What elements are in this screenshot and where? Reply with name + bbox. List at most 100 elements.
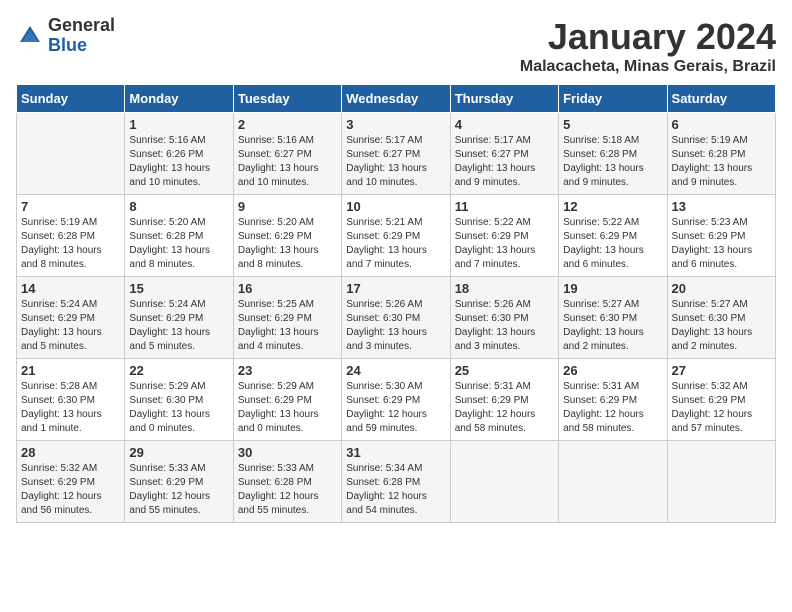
calendar-cell: 20Sunrise: 5:27 AM Sunset: 6:30 PM Dayli… bbox=[667, 277, 775, 359]
day-number: 9 bbox=[238, 199, 337, 214]
day-number: 11 bbox=[455, 199, 554, 214]
calendar-cell: 23 Sunrise: 5:29 AM Sunset: 6:29 PM Dayli… bbox=[233, 359, 341, 441]
day-number: 22 bbox=[129, 363, 228, 378]
logo-icon bbox=[16, 22, 44, 50]
calendar-cell bbox=[667, 441, 775, 523]
day-info: Sunrise: 5:17 AM Sunset: 6:27 PM Dayligh… bbox=[346, 134, 445, 190]
header-row: SundayMondayTuesdayWednesdayThursdayFrid… bbox=[17, 85, 776, 113]
day-number: 31 bbox=[346, 445, 445, 460]
header-day-wednesday: Wednesday bbox=[342, 85, 450, 113]
day-number: 28 bbox=[21, 445, 120, 460]
day-info: Sunrise: 5:22 AM Sunset: 6:29 PM Dayligh… bbox=[455, 216, 554, 272]
calendar-cell: 8 Sunrise: 5:20 AM Sunset: 6:28 PM Daylig… bbox=[125, 195, 233, 277]
day-info: Sunrise: 5:26 AM Sunset: 6:30 PM Dayligh… bbox=[346, 298, 445, 354]
week-row: 14 Sunrise: 5:24 AM Sunset: 6:29 PM Dayli… bbox=[17, 277, 776, 359]
day-number: 2 bbox=[238, 117, 337, 132]
day-number: 19 bbox=[563, 281, 662, 296]
calendar-cell: 21Sunrise: 5:28 AM Sunset: 6:30 PM Dayli… bbox=[17, 359, 125, 441]
calendar-cell: 6Sunrise: 5:19 AM Sunset: 6:28 PM Daylig… bbox=[667, 113, 775, 195]
calendar-cell: 27 Sunrise: 5:32 AM Sunset: 6:29 PM Dayli… bbox=[667, 359, 775, 441]
calendar-cell: 7Sunrise: 5:19 AM Sunset: 6:28 PM Daylig… bbox=[17, 195, 125, 277]
calendar-table: SundayMondayTuesdayWednesdayThursdayFrid… bbox=[16, 84, 776, 523]
day-info: Sunrise: 5:17 AM Sunset: 6:27 PM Dayligh… bbox=[455, 134, 554, 190]
day-number: 10 bbox=[346, 199, 445, 214]
calendar-cell: 16 Sunrise: 5:25 AM Sunset: 6:29 PM Dayli… bbox=[233, 277, 341, 359]
day-info: Sunrise: 5:16 AM Sunset: 6:26 PM Dayligh… bbox=[129, 134, 228, 190]
header-day-sunday: Sunday bbox=[17, 85, 125, 113]
calendar-cell: 14Sunrise: 5:24 AM Sunset: 6:29 PM Dayli… bbox=[17, 277, 125, 359]
header-day-saturday: Saturday bbox=[667, 85, 775, 113]
day-info: Sunrise: 5:21 AM Sunset: 6:29 PM Dayligh… bbox=[346, 216, 445, 272]
day-info: Sunrise: 5:33 AM Sunset: 6:28 PM Dayligh… bbox=[238, 462, 337, 518]
day-info: Sunrise: 5:32 AM Sunset: 6:29 PM Dayligh… bbox=[672, 380, 771, 436]
day-info: Sunrise: 5:23 AM Sunset: 6:29 PM Dayligh… bbox=[672, 216, 771, 272]
day-info: Sunrise: 5:18 AM Sunset: 6:28 PM Dayligh… bbox=[563, 134, 662, 190]
header-day-monday: Monday bbox=[125, 85, 233, 113]
title-block: January 2024 Malacacheta, Minas Gerais, … bbox=[520, 16, 776, 76]
logo-blue: Blue bbox=[48, 35, 87, 55]
day-number: 18 bbox=[455, 281, 554, 296]
day-info: Sunrise: 5:20 AM Sunset: 6:28 PM Dayligh… bbox=[129, 216, 228, 272]
calendar-cell: 30 Sunrise: 5:33 AM Sunset: 6:28 PM Dayli… bbox=[233, 441, 341, 523]
header-day-thursday: Thursday bbox=[450, 85, 558, 113]
day-number: 1 bbox=[129, 117, 228, 132]
subtitle: Malacacheta, Minas Gerais, Brazil bbox=[520, 58, 776, 76]
day-number: 26 bbox=[563, 363, 662, 378]
day-info: Sunrise: 5:29 AM Sunset: 6:29 PM Dayligh… bbox=[238, 380, 337, 436]
calendar-cell bbox=[559, 441, 667, 523]
day-info: Sunrise: 5:31 AM Sunset: 6:29 PM Dayligh… bbox=[455, 380, 554, 436]
calendar-cell: 18Sunrise: 5:26 AM Sunset: 6:30 PM Dayli… bbox=[450, 277, 558, 359]
calendar-cell: 13 Sunrise: 5:23 AM Sunset: 6:29 PM Dayli… bbox=[667, 195, 775, 277]
week-row: 28 Sunrise: 5:32 AM Sunset: 6:29 PM Dayli… bbox=[17, 441, 776, 523]
day-number: 16 bbox=[238, 281, 337, 296]
day-info: Sunrise: 5:33 AM Sunset: 6:29 PM Dayligh… bbox=[129, 462, 228, 518]
month-title: January 2024 bbox=[520, 16, 776, 58]
day-number: 30 bbox=[238, 445, 337, 460]
calendar-cell: 9Sunrise: 5:20 AM Sunset: 6:29 PM Daylig… bbox=[233, 195, 341, 277]
header: General Blue January 2024 Malacacheta, M… bbox=[16, 16, 776, 76]
day-number: 21 bbox=[21, 363, 120, 378]
day-number: 24 bbox=[346, 363, 445, 378]
logo: General Blue bbox=[16, 16, 115, 56]
calendar-cell: 29 Sunrise: 5:33 AM Sunset: 6:29 PM Dayli… bbox=[125, 441, 233, 523]
day-number: 12 bbox=[563, 199, 662, 214]
day-number: 23 bbox=[238, 363, 337, 378]
header-day-friday: Friday bbox=[559, 85, 667, 113]
header-day-tuesday: Tuesday bbox=[233, 85, 341, 113]
calendar-cell: 19 Sunrise: 5:27 AM Sunset: 6:30 PM Dayli… bbox=[559, 277, 667, 359]
week-row: 1 Sunrise: 5:16 AM Sunset: 6:26 PM Daylig… bbox=[17, 113, 776, 195]
day-info: Sunrise: 5:22 AM Sunset: 6:29 PM Dayligh… bbox=[563, 216, 662, 272]
day-number: 5 bbox=[563, 117, 662, 132]
calendar-body: 1 Sunrise: 5:16 AM Sunset: 6:26 PM Daylig… bbox=[17, 113, 776, 523]
week-row: 21Sunrise: 5:28 AM Sunset: 6:30 PM Dayli… bbox=[17, 359, 776, 441]
day-info: Sunrise: 5:25 AM Sunset: 6:29 PM Dayligh… bbox=[238, 298, 337, 354]
day-info: Sunrise: 5:34 AM Sunset: 6:28 PM Dayligh… bbox=[346, 462, 445, 518]
calendar-cell: 28 Sunrise: 5:32 AM Sunset: 6:29 PM Dayli… bbox=[17, 441, 125, 523]
day-number: 27 bbox=[672, 363, 771, 378]
day-info: Sunrise: 5:31 AM Sunset: 6:29 PM Dayligh… bbox=[563, 380, 662, 436]
day-info: Sunrise: 5:32 AM Sunset: 6:29 PM Dayligh… bbox=[21, 462, 120, 518]
day-number: 14 bbox=[21, 281, 120, 296]
day-info: Sunrise: 5:27 AM Sunset: 6:30 PM Dayligh… bbox=[672, 298, 771, 354]
day-number: 7 bbox=[21, 199, 120, 214]
day-info: Sunrise: 5:19 AM Sunset: 6:28 PM Dayligh… bbox=[672, 134, 771, 190]
logo-text: General Blue bbox=[48, 16, 115, 56]
calendar-cell: 24Sunrise: 5:30 AM Sunset: 6:29 PM Dayli… bbox=[342, 359, 450, 441]
day-number: 17 bbox=[346, 281, 445, 296]
calendar-cell: 1 Sunrise: 5:16 AM Sunset: 6:26 PM Daylig… bbox=[125, 113, 233, 195]
day-number: 8 bbox=[129, 199, 228, 214]
day-info: Sunrise: 5:16 AM Sunset: 6:27 PM Dayligh… bbox=[238, 134, 337, 190]
calendar-cell: 2 Sunrise: 5:16 AM Sunset: 6:27 PM Daylig… bbox=[233, 113, 341, 195]
calendar-cell: 15 Sunrise: 5:24 AM Sunset: 6:29 PM Dayli… bbox=[125, 277, 233, 359]
day-number: 15 bbox=[129, 281, 228, 296]
day-info: Sunrise: 5:27 AM Sunset: 6:30 PM Dayligh… bbox=[563, 298, 662, 354]
calendar-header: SundayMondayTuesdayWednesdayThursdayFrid… bbox=[17, 85, 776, 113]
day-number: 29 bbox=[129, 445, 228, 460]
calendar-cell: 10 Sunrise: 5:21 AM Sunset: 6:29 PM Dayli… bbox=[342, 195, 450, 277]
day-number: 25 bbox=[455, 363, 554, 378]
calendar-cell: 31 Sunrise: 5:34 AM Sunset: 6:28 PM Dayli… bbox=[342, 441, 450, 523]
calendar-cell: 12 Sunrise: 5:22 AM Sunset: 6:29 PM Dayli… bbox=[559, 195, 667, 277]
day-number: 13 bbox=[672, 199, 771, 214]
day-number: 4 bbox=[455, 117, 554, 132]
day-info: Sunrise: 5:24 AM Sunset: 6:29 PM Dayligh… bbox=[129, 298, 228, 354]
